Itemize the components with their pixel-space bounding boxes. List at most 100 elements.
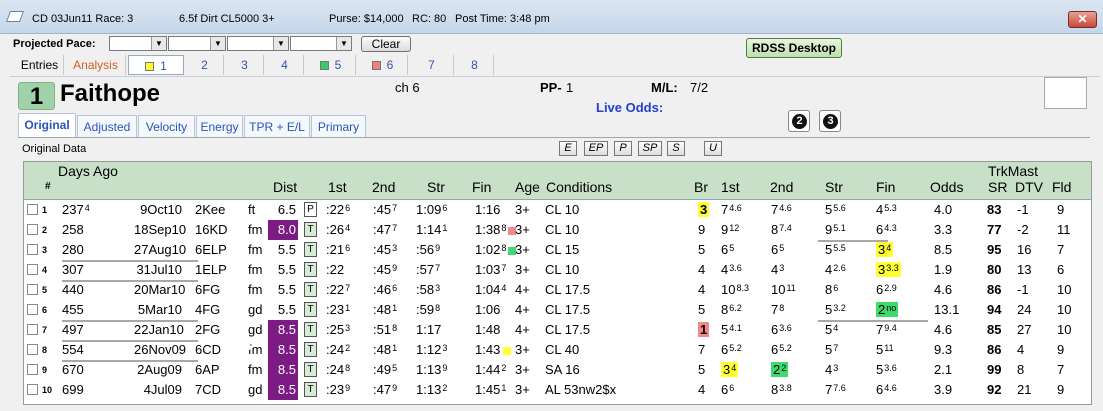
call-1st-sup: 4.6 — [729, 203, 742, 213]
circle-3-button[interactable]: 3 — [819, 110, 841, 132]
final-time: 1:451 — [475, 382, 506, 397]
second-call-time-main: :51 — [373, 322, 392, 337]
break-position: 9 — [698, 222, 706, 237]
stretch-time-main: :58 — [416, 282, 435, 297]
row-checkbox[interactable] — [27, 284, 38, 295]
subtab-primary[interactable]: Primary — [311, 115, 366, 137]
row-checkbox[interactable] — [27, 364, 38, 375]
call-str: 55.5 — [825, 242, 846, 257]
row-checkbox[interactable] — [27, 304, 38, 315]
break-position: 5 — [698, 362, 706, 377]
close-button[interactable]: ✕ — [1068, 11, 1097, 28]
tab-4[interactable]: 4 — [266, 55, 304, 75]
row-number: 5 — [42, 285, 48, 295]
tab-6[interactable]: 6 — [358, 55, 408, 75]
call-1st-main: 3 — [723, 362, 731, 377]
days-ago-main: 699 — [62, 382, 84, 397]
call-2nd-main: 8 — [771, 382, 779, 397]
purse: Purse: $14,000 — [329, 13, 404, 25]
distance: 8.0 — [268, 220, 298, 240]
filter-e-button[interactable]: E — [559, 141, 577, 156]
final-time: 1:06 — [475, 302, 501, 317]
row-checkbox[interactable] — [27, 224, 38, 235]
rdss-desktop-button[interactable]: RDSS Desktop — [746, 38, 842, 58]
filter-u-button[interactable]: U — [704, 141, 722, 156]
final-time-main: 1:48 — [475, 322, 501, 337]
stretch-time-value: :598 — [416, 302, 440, 317]
tab-5[interactable]: 5 — [306, 55, 356, 75]
tab-3[interactable]: 3 — [226, 55, 264, 75]
call-str-main: 9 — [825, 222, 833, 237]
subtab-velocity[interactable]: Velocity — [138, 115, 195, 137]
first-call-time: :227 — [326, 282, 350, 297]
tab-entries[interactable]: Entries — [16, 55, 64, 75]
call-2nd-sup: 3 — [779, 263, 785, 273]
tab-8[interactable]: 8 — [456, 55, 494, 75]
track-condition: gd — [248, 382, 263, 397]
pace-dropdown-4[interactable]: ▼ — [290, 36, 352, 51]
subtab-adjusted[interactable]: Adjusted — [77, 115, 137, 137]
row-checkbox[interactable] — [27, 344, 38, 355]
pace-dropdown-1[interactable]: ▼ — [109, 36, 167, 51]
final-time-sup: 4 — [501, 283, 507, 293]
circle-2-button[interactable]: 2 — [788, 110, 810, 132]
call-1st-main: 6 — [721, 382, 729, 397]
call-2nd-value: 1011 — [771, 282, 796, 297]
tab-2[interactable]: 2 — [186, 55, 224, 75]
call-fin-main: 5 — [876, 342, 884, 357]
race-date: 27Aug10 — [134, 242, 187, 257]
track-condition: fm — [248, 362, 263, 377]
days-ago: 2374 — [62, 202, 90, 217]
call-str-main: 5 — [825, 322, 833, 337]
stretch-time: 1:096 — [416, 202, 447, 217]
row-checkbox[interactable] — [27, 324, 38, 335]
row-checkbox[interactable] — [27, 244, 38, 255]
first-call-time-main: :25 — [326, 322, 345, 337]
subtab-tpr-el[interactable]: TPR + E/L — [244, 115, 310, 137]
days-ago-value: 554 — [62, 342, 85, 357]
speed-rating: 83 — [987, 202, 1002, 217]
second-call-time: :479 — [373, 382, 397, 397]
first-call-time-sup: 6 — [345, 203, 351, 213]
filter-s-button[interactable]: S — [667, 141, 685, 156]
first-call-time-value: :248 — [326, 362, 350, 377]
first-call-time: :22 — [326, 262, 345, 277]
filter-ep-button[interactable]: EP — [584, 141, 608, 156]
tab-1[interactable]: 1 — [128, 55, 184, 75]
call-fin-sup: 3.6 — [884, 363, 897, 373]
track: 2FG — [195, 322, 221, 337]
call-fin: 64.3 — [876, 222, 897, 237]
second-call-time-sup: 8 — [392, 323, 398, 333]
odds: 13.1 — [934, 302, 960, 317]
header-call-1st: 1st — [721, 179, 740, 195]
final-time-main: 1:45 — [475, 382, 501, 397]
subtab-original[interactable]: Original — [18, 113, 76, 137]
filter-sp-button[interactable]: SP — [638, 141, 662, 156]
days-ago-value: 670 — [62, 362, 85, 377]
odds-box — [1044, 77, 1087, 109]
row-checkbox[interactable] — [27, 204, 38, 215]
clear-button[interactable]: Clear — [361, 36, 411, 52]
call-1st: 912 — [721, 222, 739, 237]
final-time-value: 1:43 — [475, 342, 501, 357]
surface-box: T — [304, 262, 317, 277]
row-checkbox[interactable] — [27, 384, 38, 395]
days-ago-main: 237 — [62, 202, 84, 217]
live-odds-label: Live Odds: — [596, 100, 664, 112]
pace-dropdown-2[interactable]: ▼ — [168, 36, 226, 51]
break-position: 5 — [698, 242, 706, 257]
first-call-time: :226 — [326, 202, 350, 217]
days-ago-main: 258 — [62, 222, 84, 237]
subtab-energy[interactable]: Energy — [196, 115, 243, 137]
tab-analysis[interactable]: Analysis — [66, 55, 126, 75]
call-str-sup: 7.6 — [833, 383, 846, 393]
stretch-time-value: 1:139 — [416, 362, 447, 377]
row-number: 8 — [42, 345, 48, 355]
row-checkbox[interactable] — [27, 264, 38, 275]
filter-p-button[interactable]: P — [614, 141, 632, 156]
pace-dropdown-3[interactable]: ▼ — [227, 36, 289, 51]
distance: 8.5 — [268, 340, 298, 360]
tab-7[interactable]: 7 — [410, 55, 454, 75]
days-ago: 670 — [62, 362, 85, 377]
call-fin-value: 64.3 — [876, 222, 897, 237]
